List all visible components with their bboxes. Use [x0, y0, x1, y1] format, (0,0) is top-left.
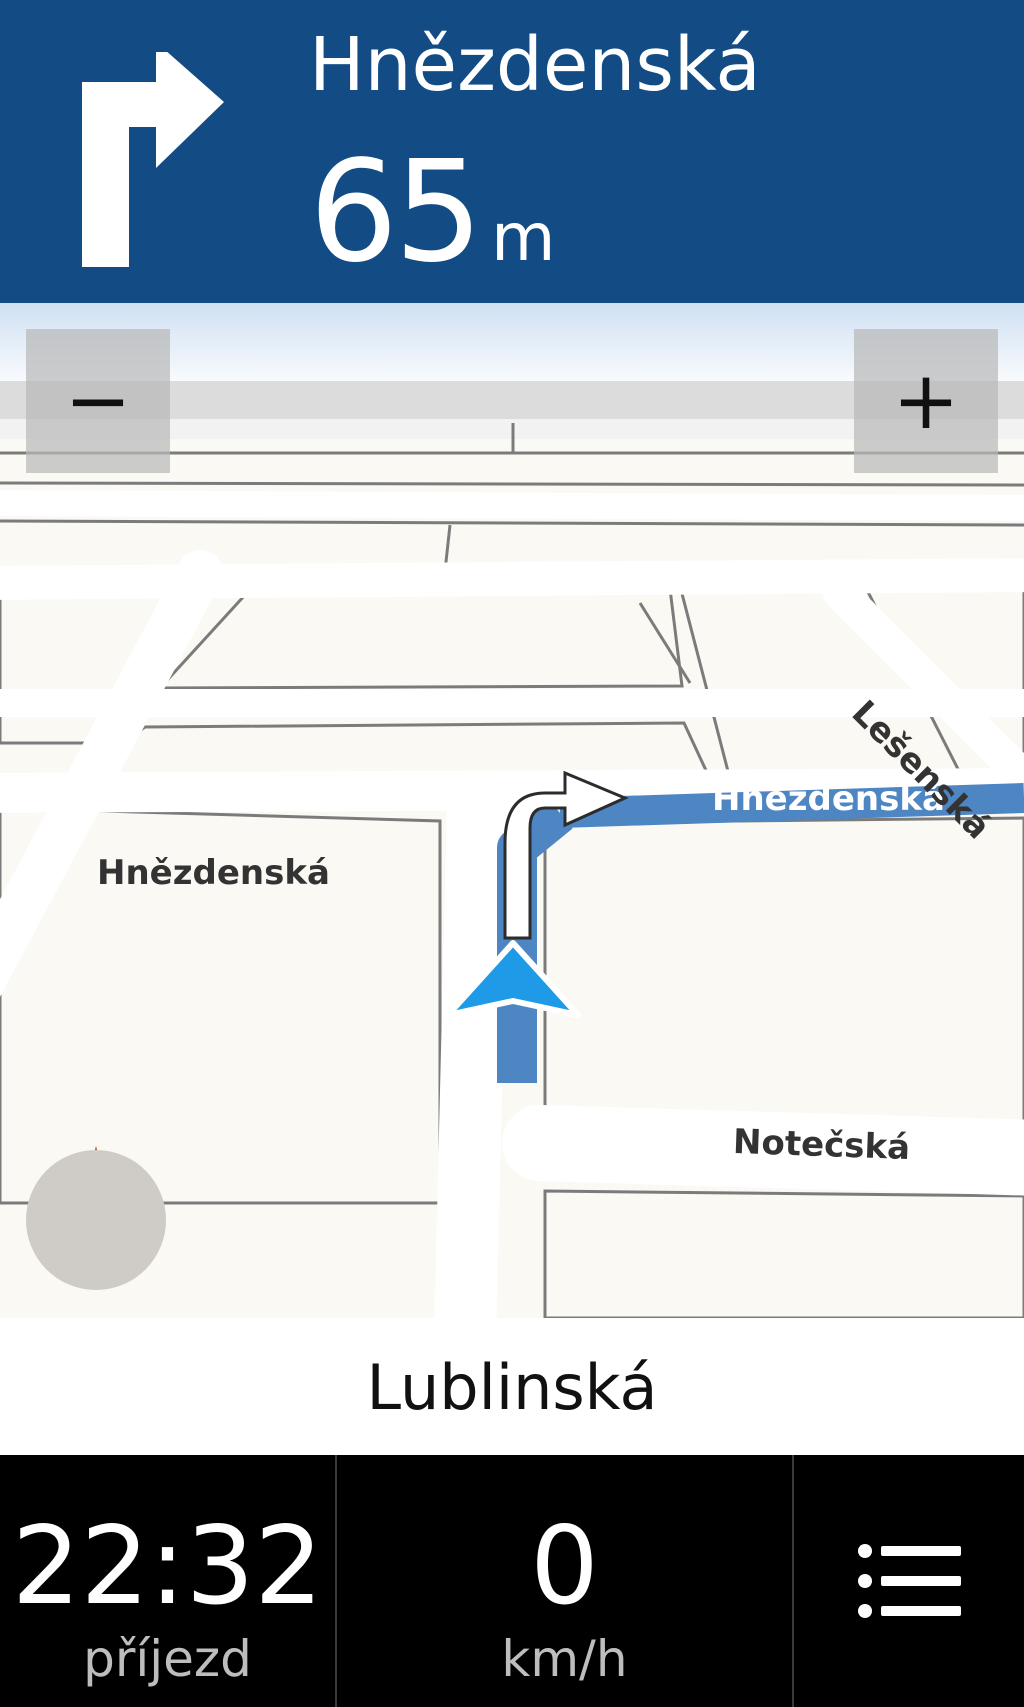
turn-right-arrow-icon	[82, 52, 224, 267]
next-street-name: Hnězdenská	[309, 22, 761, 108]
compass-icon[interactable]	[26, 1150, 166, 1290]
current-speed: 0	[530, 1504, 599, 1629]
arrival-time: 22:32	[11, 1504, 324, 1629]
distance-to-maneuver: 65 m	[309, 138, 555, 288]
map-view[interactable]: − + Hnězdenská Hnězdenská Lešenská Noteč…	[0, 303, 1024, 1455]
speed-panel[interactable]: 0 km/h	[337, 1455, 794, 1707]
arrival-time-panel[interactable]: 22:32 příjezd	[0, 1455, 337, 1707]
navigation-screen: Hnězdenská 65 m − + Hnězdenská Hnězdensk…	[0, 0, 1024, 1707]
street-label-hnezdenska-left: Hnězdenská	[97, 853, 330, 893]
distance-unit: m	[491, 199, 556, 276]
current-street-name: Lublinská	[366, 1351, 658, 1424]
speed-unit: km/h	[501, 1630, 628, 1688]
menu-list-icon	[858, 1544, 961, 1618]
instruction-banner[interactable]: Hnězdenská 65 m	[0, 0, 1024, 303]
street-label-notecska: Notečská	[732, 1121, 911, 1169]
distance-value: 65	[309, 131, 483, 294]
arrival-label: příjezd	[83, 1630, 252, 1688]
zoom-out-button[interactable]: −	[26, 329, 170, 473]
menu-button[interactable]	[794, 1455, 1024, 1707]
current-street-bar: Lublinská	[0, 1318, 1024, 1455]
zoom-in-button[interactable]: +	[854, 329, 998, 473]
bottom-status-bar: 22:32 příjezd 0 km/h	[0, 1455, 1024, 1707]
